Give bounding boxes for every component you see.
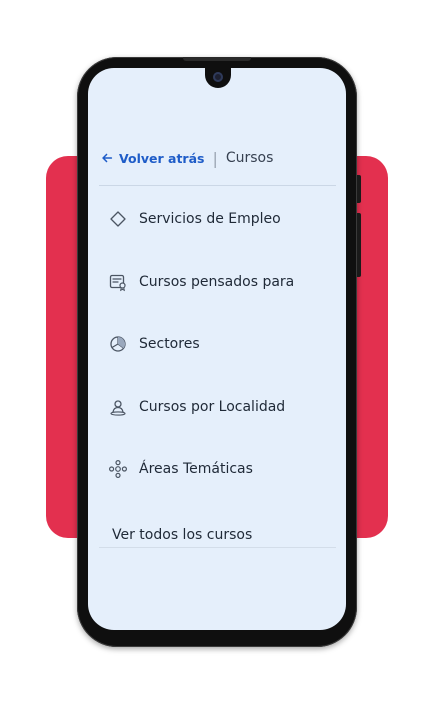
menu-list: Servicios de Empleo Cursos pensados para	[108, 207, 338, 520]
certificate-icon	[109, 274, 126, 291]
menu-item-sectores[interactable]: Sectores	[108, 332, 338, 356]
pie-chart-icon	[110, 336, 126, 352]
breadcrumb-current: Cursos	[225, 150, 274, 166]
menu-item-label: Cursos pensados para	[139, 273, 295, 290]
view-all-courses-link[interactable]: Ver todos los cursos	[112, 527, 252, 543]
camera-notch	[205, 68, 231, 88]
menu-item-areas-tematicas[interactable]: Áreas Temáticas	[108, 457, 338, 481]
back-link-label: Volver atrás	[119, 150, 205, 166]
phone-frame: Volver atrás | Cursos Servicios de Emple…	[77, 57, 361, 647]
bottom-divider	[99, 547, 336, 548]
phone-speaker-edge	[183, 57, 251, 61]
menu-item-label: Sectores	[139, 336, 200, 352]
location-person-icon	[110, 399, 126, 416]
header-divider	[99, 185, 336, 186]
diamond-icon	[110, 211, 126, 227]
arrow-left-icon	[102, 153, 113, 163]
menu-item-label: Servicios de Empleo	[139, 211, 281, 227]
menu-item-cursos-por-localidad[interactable]: Cursos por Localidad	[108, 395, 338, 419]
front-camera-icon	[213, 72, 223, 82]
phone-screen: Volver atrás | Cursos Servicios de Emple…	[88, 68, 346, 630]
network-icon	[108, 459, 127, 478]
power-button	[357, 213, 361, 277]
breadcrumb-separator: |	[212, 148, 218, 168]
back-link[interactable]: Volver atrás	[100, 151, 204, 166]
menu-item-label: Áreas Temáticas	[139, 461, 253, 477]
breadcrumb: Volver atrás | Cursos	[100, 148, 273, 168]
menu-item-cursos-pensados-para[interactable]: Cursos pensados para	[108, 270, 338, 294]
menu-item-label: Cursos por Localidad	[139, 398, 286, 415]
menu-item-servicios-de-empleo[interactable]: Servicios de Empleo	[108, 207, 338, 231]
volume-button	[357, 175, 361, 203]
